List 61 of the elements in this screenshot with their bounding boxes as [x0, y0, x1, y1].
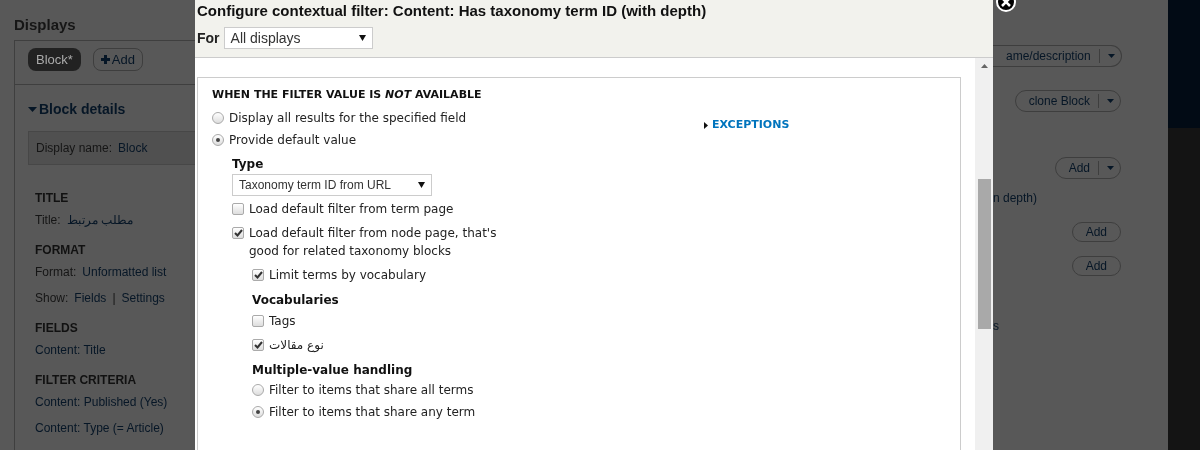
setting-link[interactable]: Content: Title — [35, 341, 106, 359]
section-heading: FORMAT — [35, 242, 86, 259]
display-select[interactable]: All displays — [223, 27, 373, 49]
caret-down-icon — [1107, 166, 1114, 170]
section-heading: TITLE — [35, 190, 69, 207]
displays-heading: Displays — [14, 15, 77, 35]
setting-link[interactable]: Content: Published (Yes) — [35, 393, 168, 411]
setting-label: | — [112, 290, 116, 307]
option-label: نوع مقالات — [269, 337, 324, 354]
option-label: Tags — [269, 313, 296, 330]
option-label: Provide default value — [229, 132, 357, 149]
setting-link[interactable]: s — [993, 319, 999, 333]
fieldset-title: WHEN THE FILTER VALUE IS NOT AVAILABLE — [212, 87, 483, 103]
setting-label: Format: — [35, 264, 77, 281]
option-label: Display all results for the specified field — [229, 110, 467, 127]
dropdown-arrow-icon — [418, 182, 425, 188]
setting-label: Show: — [35, 290, 69, 307]
caret-down-icon — [28, 106, 37, 112]
dropdown-arrow-icon — [358, 35, 366, 41]
caret-down-icon — [1107, 54, 1115, 58]
checkbox[interactable] — [252, 269, 264, 281]
scroll-up-icon[interactable] — [980, 64, 988, 68]
option-label: Filter to items that share any term — [269, 404, 476, 421]
display-tab[interactable]: Block* — [28, 48, 81, 71]
type-select[interactable]: Taxonomy term ID from URL — [232, 174, 432, 196]
group-heading: Type — [232, 156, 265, 173]
for-label: For — [197, 28, 220, 48]
radio-button[interactable] — [212, 134, 224, 146]
setting-label: Title: — [35, 212, 61, 229]
checkbox[interactable] — [252, 339, 264, 351]
plus-icon — [100, 55, 110, 64]
option-label: Filter to items that share all terms — [269, 382, 474, 399]
checkbox[interactable] — [232, 227, 244, 239]
scrollbar[interactable] — [975, 58, 993, 450]
caret-down-icon — [1107, 99, 1114, 103]
setting-link[interactable]: Settings — [121, 289, 165, 307]
scrollbar-thumb[interactable] — [977, 179, 991, 329]
checkbox[interactable] — [232, 203, 244, 215]
group-heading: Multiple-value handling — [252, 362, 414, 379]
setting-label: Display name: — [36, 140, 113, 157]
dialog-title: Configure contextual filter: Content: Has taxonomy term ID (with depth) — [197, 1, 708, 21]
add-display-button[interactable]: Add — [92, 48, 143, 71]
setting-link[interactable]: Block — [118, 139, 148, 157]
radio-button[interactable] — [212, 112, 224, 124]
group-heading: Vocabularies — [252, 292, 340, 309]
radio-button[interactable] — [252, 406, 264, 418]
setting-link[interactable]: Content: Type (= Article) — [35, 419, 164, 437]
setting-link[interactable]: n depth) — [993, 191, 1038, 205]
radio-button[interactable] — [252, 384, 264, 396]
section-heading: FIELDS — [35, 320, 78, 337]
triangle-icon — [704, 121, 708, 129]
setting-link[interactable]: Fields — [74, 289, 107, 307]
exceptions-link[interactable]: EXCEPTIONS — [704, 117, 790, 134]
setting-link[interactable]: مطلب مرتبط — [66, 211, 133, 229]
option-label: Load default filter from node page, that's good for related taxonomy blocks — [249, 225, 498, 260]
checkbox[interactable] — [252, 315, 264, 327]
setting-link[interactable]: Unformatted list — [82, 263, 167, 281]
option-label: Limit terms by vocabulary — [269, 267, 426, 284]
section-heading: FILTER CRITERIA — [35, 372, 137, 389]
block-details-toggle[interactable]: Block details — [28, 99, 195, 119]
option-label: Load default filter from term page — [249, 201, 454, 218]
